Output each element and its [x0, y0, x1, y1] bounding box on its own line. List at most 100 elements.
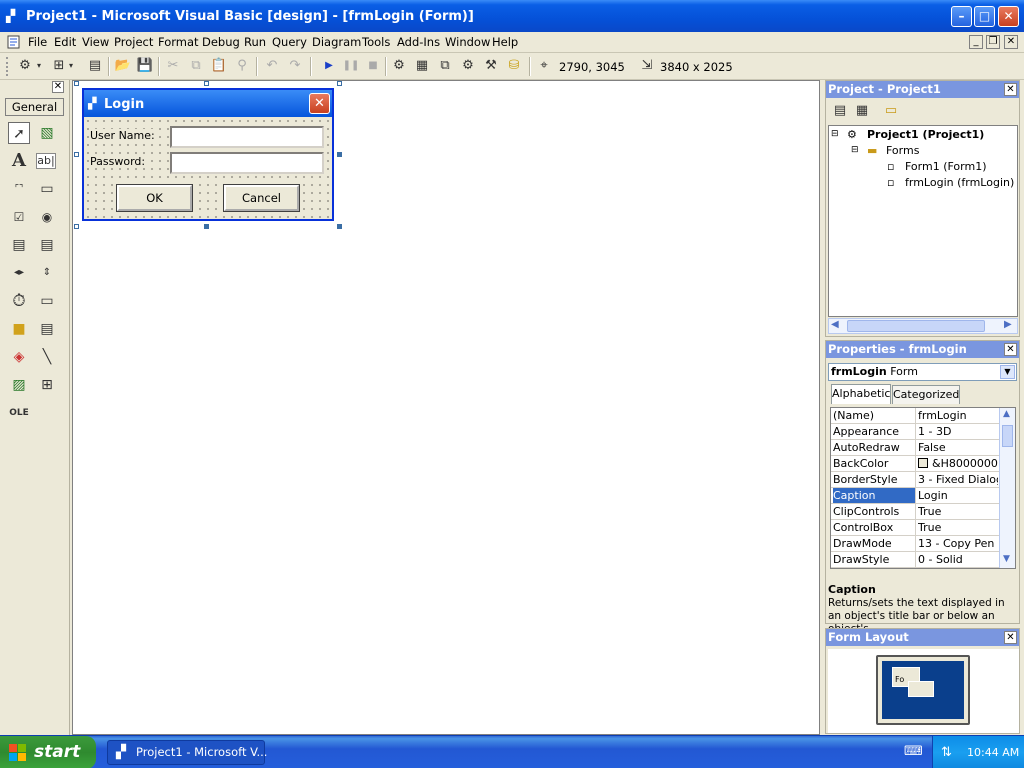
scroll-thumb[interactable] — [847, 320, 985, 332]
property-value[interactable]: &H8000000F — [918, 456, 998, 471]
menu-file[interactable]: File — [28, 35, 47, 49]
dirlistbox-icon[interactable]: ■ — [8, 318, 30, 340]
maximize-button[interactable]: □ — [974, 6, 995, 27]
tree-collapse-icon[interactable]: ⊟ — [851, 145, 859, 155]
property-row[interactable]: BackColor &H8000000F — [831, 456, 999, 472]
resize-handle[interactable] — [204, 224, 209, 229]
break-icon[interactable]: ❚❚ — [342, 57, 360, 75]
view-code-icon[interactable]: ▤ — [831, 102, 849, 120]
layout-preview[interactable]: Fo — [828, 649, 1019, 733]
toggle-folders-icon[interactable]: ▭ — [882, 102, 900, 120]
property-row[interactable]: (Name) frmLogin — [831, 408, 999, 424]
ole-icon[interactable]: OLE — [8, 402, 30, 424]
layout-panel-close-button[interactable]: ✕ — [1004, 631, 1017, 644]
listbox-icon[interactable]: ▤ — [36, 234, 58, 256]
property-row[interactable]: Caption Login — [831, 488, 999, 504]
add-project-icon[interactable]: ⚙ — [16, 57, 34, 75]
pointer-icon[interactable]: ➚ — [8, 122, 30, 144]
find-icon[interactable]: ⚲ — [233, 57, 251, 75]
project-tree[interactable]: ⊟ ⚙ Project1 (Project1) ⊟ ▬ Forms ▫ Form… — [828, 125, 1018, 317]
mdi-close-button[interactable]: ✕ — [1004, 35, 1018, 49]
textbox-icon[interactable]: ab| — [36, 153, 56, 169]
toolbar-grip[interactable] — [6, 57, 8, 76]
scroll-thumb[interactable] — [1002, 425, 1013, 447]
property-name[interactable]: BackColor — [833, 456, 916, 471]
form-title-bar[interactable]: ▞ Login ✕ — [84, 90, 332, 117]
property-value[interactable]: True — [918, 520, 998, 535]
username-textbox[interactable] — [170, 126, 324, 148]
optionbutton-icon[interactable]: ◉ — [36, 206, 58, 228]
chevron-down-icon[interactable]: ▼ — [1000, 365, 1015, 379]
property-row[interactable]: DrawMode 13 - Copy Pen — [831, 536, 999, 552]
tree-collapse-icon[interactable]: ⊟ — [831, 129, 839, 139]
shape-icon[interactable]: ◈ — [8, 346, 30, 368]
add-form-dropdown-icon[interactable]: ▾ — [66, 57, 76, 75]
properties-panel-close-button[interactable]: ✕ — [1004, 343, 1017, 356]
menu-debug[interactable]: Debug — [202, 35, 240, 49]
property-name[interactable]: (Name) — [833, 408, 916, 423]
undo-icon[interactable]: ↶ — [263, 57, 281, 75]
line-icon[interactable]: ╲ — [36, 346, 58, 368]
password-label[interactable]: Password: — [90, 155, 146, 168]
hscrollbar-icon[interactable]: ◂▸ — [8, 262, 30, 284]
property-name[interactable]: DrawMode — [833, 536, 916, 551]
property-name[interactable]: DrawStyle — [833, 552, 916, 567]
start-button[interactable]: start — [0, 736, 96, 768]
property-value[interactable]: True — [918, 504, 998, 519]
picturebox-icon[interactable]: ▧ — [36, 122, 58, 144]
view-object-icon[interactable]: ▦ — [853, 102, 871, 120]
image-icon[interactable]: ▨ — [8, 374, 30, 396]
timer-icon[interactable]: ⏱ — [8, 290, 30, 312]
property-row[interactable]: DrawStyle 0 - Solid — [831, 552, 999, 568]
project-tree-hscrollbar[interactable]: ◀ ▶ — [828, 318, 1018, 334]
menu-tools[interactable]: Tools — [362, 35, 390, 49]
form-layout-icon[interactable]: ⧉ — [436, 57, 454, 75]
property-grid-vscrollbar[interactable]: ▲ ▼ — [999, 408, 1015, 568]
start-icon[interactable]: ▶ — [320, 57, 338, 75]
property-value[interactable]: 1 - 3D — [918, 424, 998, 439]
property-row[interactable]: BorderStyle 3 - Fixed Dialog — [831, 472, 999, 488]
password-textbox[interactable] — [170, 152, 324, 174]
tab-categorized[interactable]: Categorized — [892, 385, 960, 404]
add-project-dropdown-icon[interactable]: ▾ — [34, 57, 44, 75]
menu-run[interactable]: Run — [244, 35, 266, 49]
document-icon[interactable] — [6, 34, 22, 50]
toolbox-general-tab[interactable]: General — [5, 98, 64, 116]
property-value[interactable]: 0 - Solid — [918, 552, 998, 567]
toolbox-close-button[interactable]: ✕ — [52, 81, 64, 93]
property-name[interactable]: ControlBox — [833, 520, 916, 535]
menu-window[interactable]: Window — [445, 35, 490, 49]
app-icon[interactable]: ▞ — [6, 9, 20, 23]
scroll-right-icon[interactable]: ▶ — [1004, 319, 1012, 330]
project-explorer-icon[interactable]: ⚙ — [390, 57, 408, 75]
keyboard-icon[interactable]: ⌨ — [904, 744, 923, 759]
ok-button[interactable]: OK — [116, 184, 193, 212]
property-grid[interactable]: (Name) frmLogin Appearance 1 - 3D AutoRedraw… — [830, 407, 1016, 569]
property-name[interactable]: BorderStyle — [833, 472, 916, 487]
form-close-button[interactable]: ✕ — [309, 93, 330, 114]
property-value[interactable]: 13 - Copy Pen — [918, 536, 998, 551]
close-button[interactable]: ✕ — [998, 6, 1019, 27]
toolbox-icon[interactable]: ⚒ — [482, 57, 500, 75]
tree-item-project[interactable]: Project1 (Project1) — [867, 128, 984, 141]
open-project-icon[interactable]: 📂 — [114, 57, 132, 75]
cancel-button[interactable]: Cancel — [223, 184, 300, 212]
save-project-icon[interactable]: 💾 — [136, 57, 154, 75]
network-icon[interactable]: ⇅ — [941, 736, 952, 768]
data-icon[interactable]: ⊞ — [36, 374, 58, 396]
menu-project[interactable]: Project — [114, 35, 153, 49]
property-value[interactable]: frmLogin — [918, 408, 998, 423]
data-view-icon[interactable]: ⛁ — [505, 57, 523, 75]
resize-handle[interactable] — [337, 152, 342, 157]
tree-item-forms[interactable]: Forms — [886, 144, 919, 157]
scroll-down-icon[interactable]: ▼ — [1003, 554, 1010, 564]
menu-editor-icon[interactable]: ▤ — [86, 57, 104, 75]
menu-format[interactable]: Format — [158, 35, 199, 49]
login-form-designer[interactable]: ▞ Login ✕ User Name: Password: OK Cancel — [82, 88, 334, 221]
property-name[interactable]: ClipControls — [833, 504, 916, 519]
redo-icon[interactable]: ↷ — [286, 57, 304, 75]
mdi-minimize-button[interactable]: _ — [969, 35, 983, 49]
scroll-up-icon[interactable]: ▲ — [1003, 409, 1010, 419]
resize-handle[interactable] — [337, 224, 342, 229]
combobox-icon[interactable]: ▤ — [8, 234, 30, 256]
